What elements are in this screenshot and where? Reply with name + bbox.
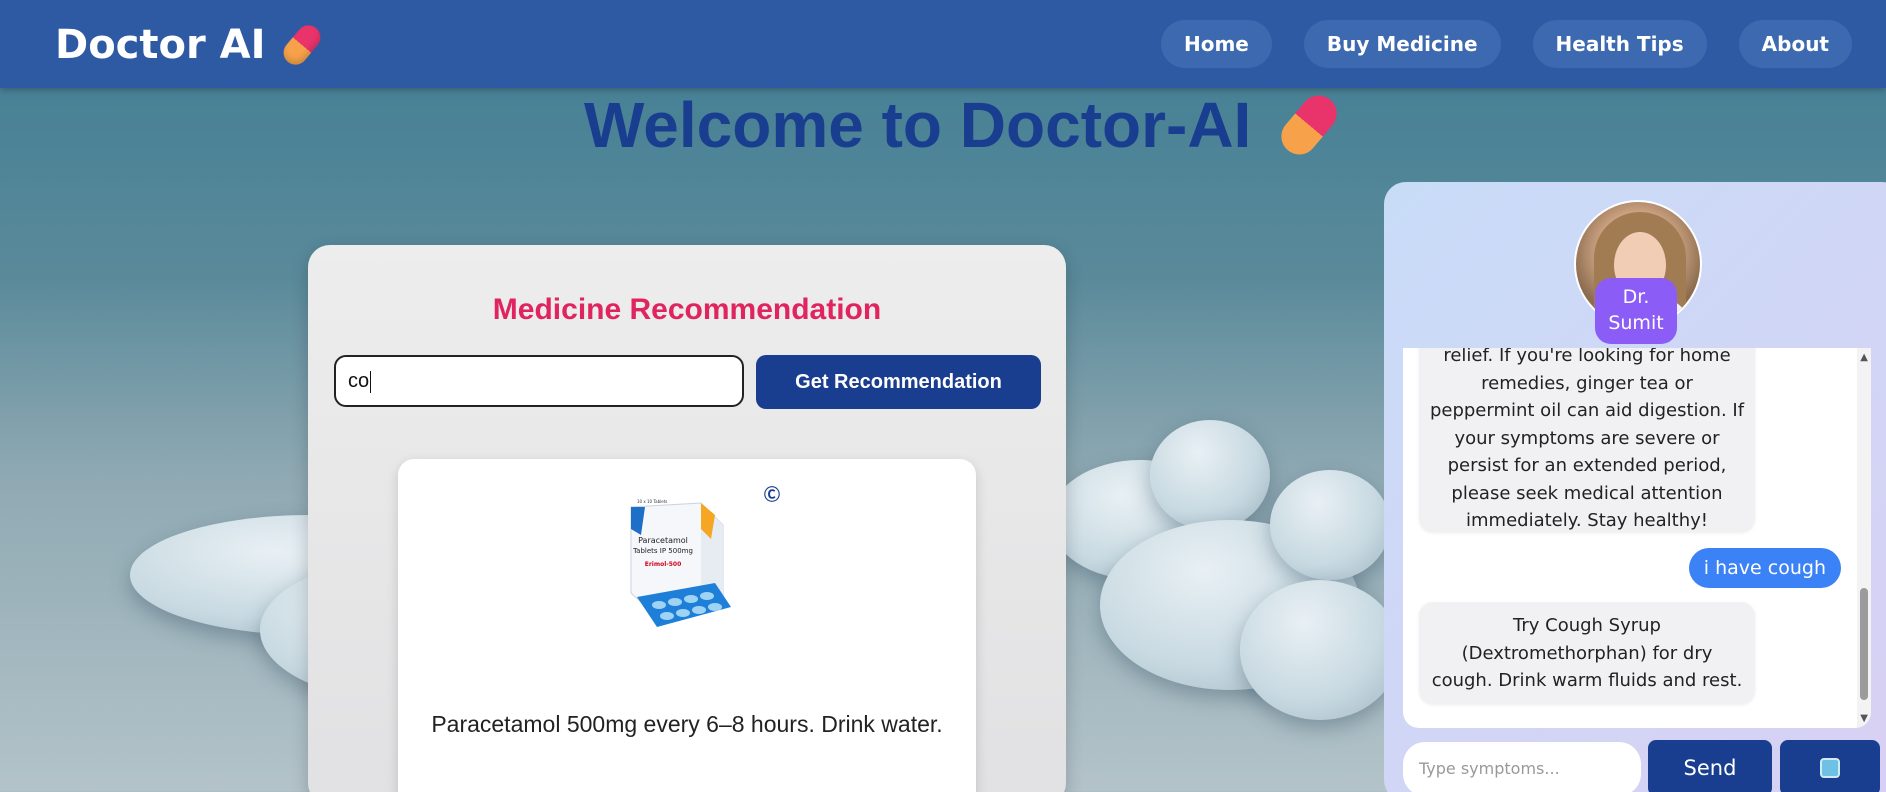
scroll-up-icon[interactable]: ▲ [1860, 352, 1868, 363]
bg-pill [1270, 470, 1390, 580]
nav-health-tips-button[interactable]: Health Tips [1532, 20, 1707, 68]
pill-icon [1274, 88, 1345, 162]
symptom-input[interactable]: Type symptoms... [1403, 742, 1641, 792]
brand-name: Doctor AI [55, 22, 266, 68]
page-title: Welcome to Doctor-AI [584, 89, 1252, 161]
box-line1: Paracetamol [638, 536, 688, 545]
send-button[interactable]: Send [1648, 740, 1772, 792]
search-input-value: co [348, 370, 370, 392]
scroll-thumb[interactable] [1860, 588, 1868, 700]
chat-panel: Dr. Sumit relief. If you're looking for … [1384, 182, 1886, 792]
nav-about-button[interactable]: About [1738, 20, 1852, 68]
chat-scrollbar[interactable]: ▲ ▼ [1857, 348, 1871, 728]
result-card: Ⓒ 10 x 10 Tablets Paracetamol Tablets IP… [398, 459, 976, 792]
bot-message: relief. If you're looking for home remed… [1419, 348, 1755, 532]
get-recommendation-button[interactable]: Get Recommendation [756, 355, 1041, 409]
text-caret [370, 370, 372, 393]
bg-pill [1150, 420, 1270, 530]
user-message: i have cough [1688, 548, 1841, 588]
box-line2: Tablets IP 500mg [632, 547, 693, 555]
recommendation-title: Medicine Recommendation [492, 293, 882, 326]
hero-title: Welcome to Doctor-AI [584, 88, 1345, 162]
badge-icon: Ⓒ [764, 485, 781, 504]
medicine-search-input[interactable]: co [334, 355, 744, 407]
medicine-image: 10 x 10 Tablets Paracetamol Tablets IP 5… [630, 499, 731, 627]
nav-home-button[interactable]: Home [1160, 20, 1272, 68]
scroll-down-icon[interactable]: ▼ [1860, 713, 1868, 724]
doctor-name-badge: Dr. Sumit [1595, 278, 1677, 344]
recommendation-card: Medicine Recommendation co Get Recommend… [308, 245, 1066, 792]
recommendation-result-text: Paracetamol 500mg every 6–8 hours. Drink… [431, 711, 943, 737]
mic-icon [1820, 758, 1840, 778]
chat-messages[interactable]: relief. If you're looking for home remed… [1403, 348, 1871, 728]
nav-buy-medicine-button[interactable]: Buy Medicine [1303, 20, 1501, 68]
box-brand: Erimol-500 [645, 561, 682, 568]
bot-message: Try Cough Syrup (Dextromethorphan) for d… [1419, 602, 1755, 704]
brand[interactable]: Doctor AI [55, 20, 325, 70]
pill-icon [278, 20, 325, 70]
bg-pill [1240, 580, 1400, 720]
voice-button[interactable] [1780, 740, 1880, 792]
pack-label: 10 x 10 Tablets [637, 499, 667, 504]
navbar: Doctor AI Home Buy Medicine Health Tips … [0, 0, 1886, 88]
nav-links: Home Buy Medicine Health Tips About [1160, 20, 1852, 68]
